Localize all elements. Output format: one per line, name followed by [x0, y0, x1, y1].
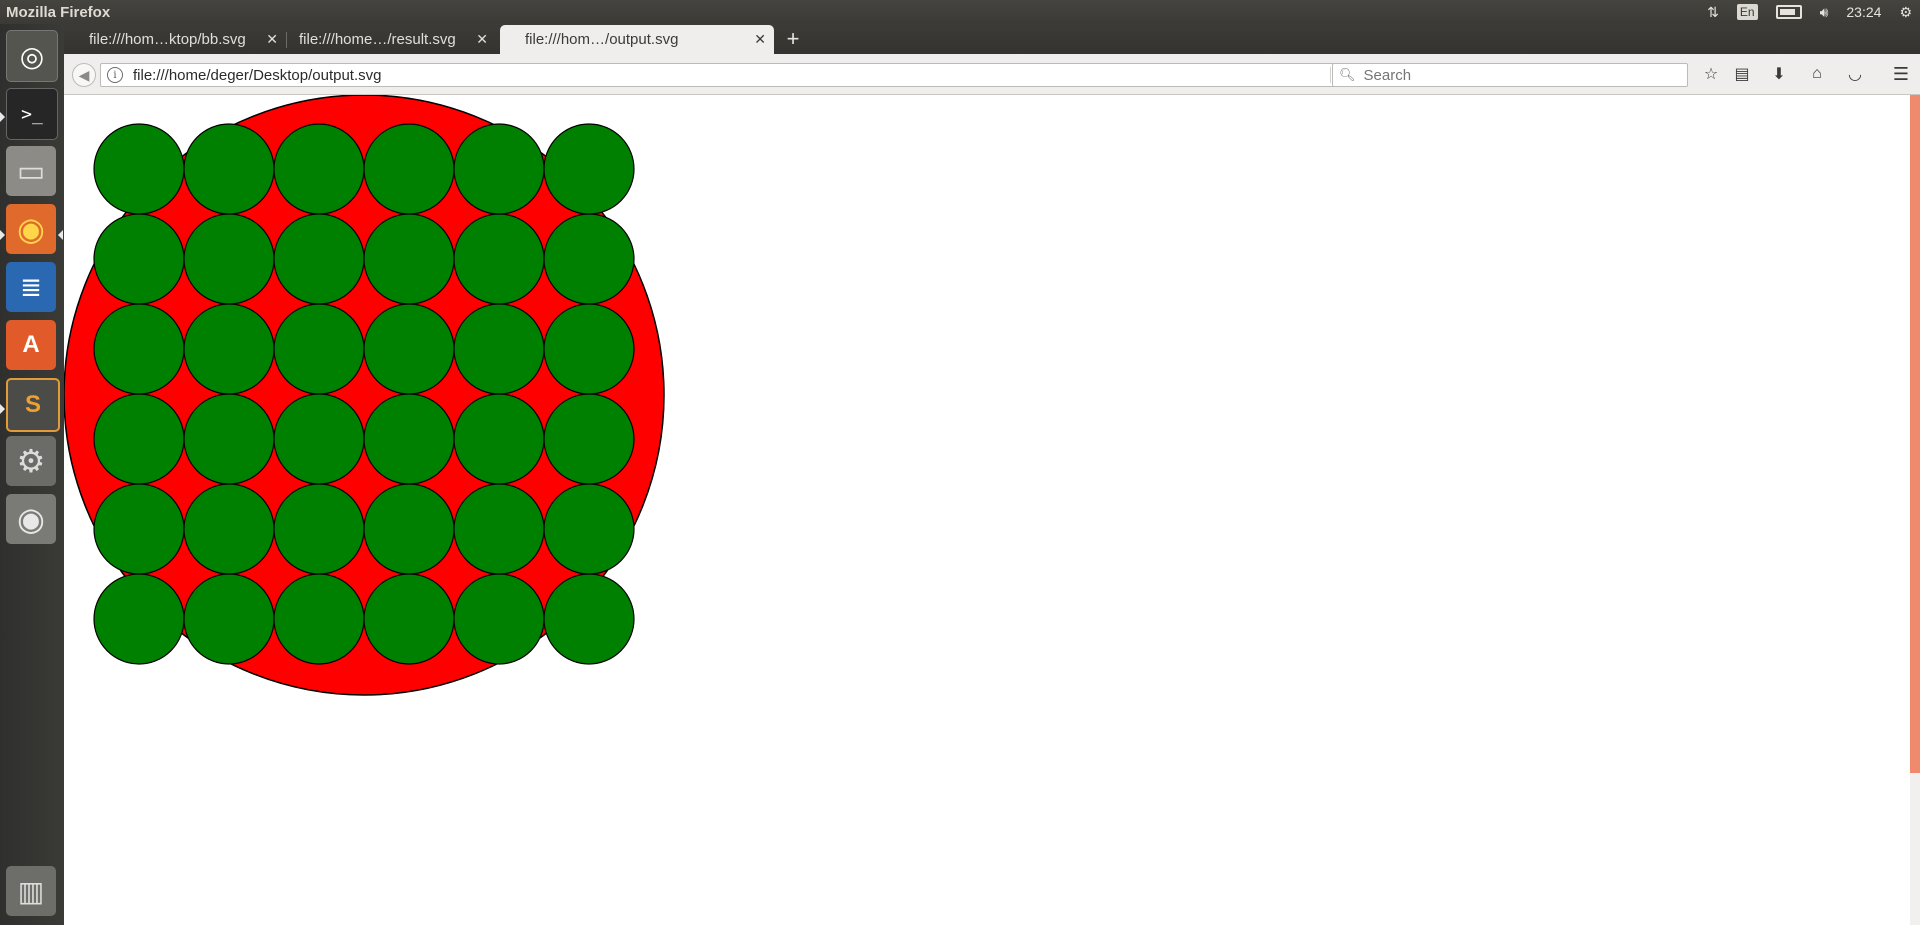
green-circle: [543, 123, 635, 215]
green-circle: [93, 303, 185, 395]
green-circle: [183, 213, 275, 305]
tab-label: file:///home…/result.svg: [299, 31, 456, 48]
green-circle: [543, 573, 635, 665]
green-circle: [273, 393, 365, 485]
green-circle: [273, 303, 365, 395]
system-settings-icon[interactable]: ⚙: [6, 436, 56, 486]
firefox-running-indicator: [0, 230, 5, 240]
downloads-icon[interactable]: ⬇: [1768, 64, 1790, 84]
pocket-icon[interactable]: ◡: [1844, 64, 1866, 84]
tab-result-svg[interactable]: file:///home…/result.svg ✕: [274, 25, 496, 54]
green-circle: [363, 123, 455, 215]
green-circle: [543, 393, 635, 485]
nav-bar: ◀ i file:///home/deger/Desktop/output.sv…: [64, 54, 1920, 95]
launcher: ◎ >_ ▭ ◉ ≣ A S ⚙ ◉ ▥: [0, 24, 65, 925]
green-circle: [453, 573, 545, 665]
terminal-icon[interactable]: >_: [6, 88, 58, 140]
green-circle: [273, 573, 365, 665]
bookmark-star-icon[interactable]: ☆: [1700, 64, 1722, 84]
green-circle: [363, 303, 455, 395]
url-divider: [1330, 67, 1331, 83]
page-content: [64, 95, 1920, 925]
tab-label: file:///hom…/output.svg: [525, 31, 679, 48]
close-icon[interactable]: ✕: [476, 31, 488, 48]
home-icon[interactable]: ⌂: [1806, 64, 1828, 84]
firefox-focused-indicator: [58, 230, 63, 240]
green-circle: [363, 393, 455, 485]
green-circle: [453, 393, 545, 485]
green-circle: [183, 393, 275, 485]
indicator-area: ⇅ En 🔊︎ 23:24 ⚙: [1707, 0, 1912, 24]
green-circle: [273, 483, 365, 575]
battery-icon[interactable]: [1775, 0, 1802, 24]
close-icon[interactable]: ✕: [754, 31, 766, 48]
terminal-running-indicator: [0, 112, 5, 122]
info-icon[interactable]: i: [107, 67, 123, 83]
files-icon[interactable]: ▭: [6, 146, 56, 196]
software-center-icon[interactable]: A: [6, 320, 56, 370]
green-circle: [363, 573, 455, 665]
trash-icon[interactable]: ▥: [6, 866, 56, 916]
svg-drawing: [64, 95, 665, 696]
firefox-icon[interactable]: ◉: [6, 204, 56, 254]
menu-icon[interactable]: ☰: [1890, 64, 1912, 84]
green-circle: [543, 483, 635, 575]
green-circle: [363, 213, 455, 305]
green-circle: [183, 573, 275, 665]
tab-bar: file:///hom…ktop/bb.svg ✕ file:///home…/…: [64, 24, 1920, 54]
green-circle: [453, 483, 545, 575]
url-bar[interactable]: i file:///home/deger/Desktop/output.svg …: [100, 63, 1362, 87]
green-circle: [453, 213, 545, 305]
green-circle: [183, 483, 275, 575]
green-circle: [453, 123, 545, 215]
top-panel: Mozilla Firefox ⇅ En 🔊︎ 23:24 ⚙: [0, 0, 1920, 24]
system-gear-icon[interactable]: ⚙: [1899, 0, 1912, 24]
green-circle: [93, 213, 185, 305]
network-arrows-icon[interactable]: ⇅: [1707, 0, 1719, 24]
green-circle: [183, 123, 275, 215]
clock[interactable]: 23:24: [1846, 0, 1881, 24]
green-circle: [363, 483, 455, 575]
green-circle: [543, 213, 635, 305]
sublime-running-indicator: [0, 404, 5, 414]
sublime-text-icon[interactable]: S: [6, 378, 60, 432]
search-icon: 🔍︎: [1339, 67, 1356, 82]
tab-bb-svg[interactable]: file:///hom…ktop/bb.svg ✕: [64, 25, 286, 54]
language-label: En: [1736, 4, 1758, 20]
arrow-left-icon: ◀: [78, 66, 90, 83]
ubuntu-dash-icon[interactable]: ◎: [6, 30, 58, 82]
dvd-icon[interactable]: ◉: [6, 494, 56, 544]
plus-icon: +: [786, 26, 800, 51]
back-button[interactable]: ◀: [72, 63, 96, 87]
search-bar[interactable]: 🔍︎: [1332, 63, 1688, 87]
green-circle: [183, 303, 275, 395]
libreoffice-writer-icon[interactable]: ≣: [6, 262, 56, 312]
green-circle: [273, 213, 365, 305]
window-title: Mozilla Firefox: [6, 3, 111, 21]
new-tab-button[interactable]: +: [782, 24, 804, 54]
search-input[interactable]: [1361, 65, 1686, 85]
green-circle: [93, 393, 185, 485]
green-circle: [93, 123, 185, 215]
volume-icon[interactable]: 🔊︎: [1820, 0, 1829, 24]
green-circle: [453, 303, 545, 395]
green-circle: [93, 483, 185, 575]
tab-label: file:///hom…ktop/bb.svg: [89, 31, 246, 48]
green-circle: [543, 303, 635, 395]
tab-output-svg[interactable]: file:///hom…/output.svg ✕: [500, 25, 774, 54]
url-text: file:///home/deger/Desktop/output.svg: [133, 66, 382, 84]
scrollbar-thumb[interactable]: [1910, 95, 1920, 773]
green-circle: [93, 573, 185, 665]
keyboard-language-icon[interactable]: En: [1736, 0, 1758, 24]
green-circle: [273, 123, 365, 215]
reading-list-icon[interactable]: ▤: [1731, 64, 1753, 84]
